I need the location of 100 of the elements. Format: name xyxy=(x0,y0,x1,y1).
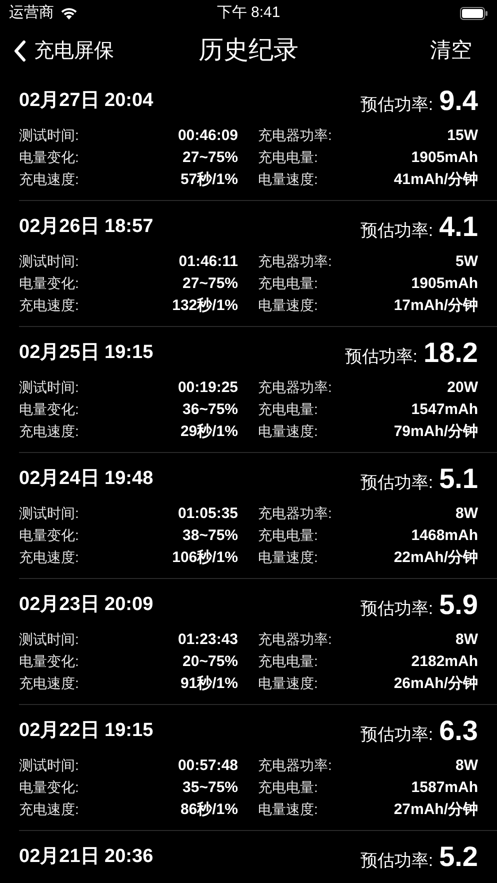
field-value: 27mAh/分钟 xyxy=(394,800,478,820)
field-value: 1905mAh xyxy=(411,148,478,168)
field-value: 29秒/1% xyxy=(180,422,238,442)
field-label: 充电器功率: xyxy=(258,630,332,649)
field-value: 01:23:43 xyxy=(178,630,238,650)
field-value: 20W xyxy=(447,378,478,398)
field-value: 1905mAh xyxy=(411,274,478,294)
field-value: 22mAh/分钟 xyxy=(394,548,478,568)
field-label: 电量变化: xyxy=(19,274,79,293)
power-value: 18.2 xyxy=(424,336,478,370)
field-label: 充电电量: xyxy=(258,526,318,545)
field-label: 充电器功率: xyxy=(258,252,332,271)
clock-label: 下午 8:41 xyxy=(216,3,280,24)
power-label: 预估功率: xyxy=(344,346,418,368)
wifi-icon xyxy=(60,7,78,20)
field-value: 35~75% xyxy=(182,778,238,798)
field-label: 电量速度: xyxy=(258,800,318,819)
field-value: 57秒/1% xyxy=(180,170,238,190)
power-value: 5.9 xyxy=(439,588,478,622)
field-label: 电量速度: xyxy=(258,674,318,693)
field-label: 测试时间: xyxy=(19,630,79,649)
field-value: 27~75% xyxy=(182,274,238,294)
field-value: 1547mAh xyxy=(411,400,478,420)
carrier-label: 运营商 xyxy=(9,3,54,24)
field-label: 充电器功率: xyxy=(258,126,332,145)
chevron-left-icon xyxy=(14,40,26,62)
field-label: 测试时间: xyxy=(19,378,79,397)
field-label: 电量速度: xyxy=(258,548,318,567)
field-label: 电量变化: xyxy=(19,526,79,545)
power-label: 预估功率: xyxy=(360,94,434,116)
record-date: 02月24日 19:48 xyxy=(19,466,154,491)
field-value: 27~75% xyxy=(182,148,238,168)
field-label: 电量变化: xyxy=(19,778,79,797)
field-value: 38~75% xyxy=(182,526,238,546)
power-label: 预估功率: xyxy=(360,598,434,620)
power-value: 5.2 xyxy=(439,840,478,874)
field-value: 79mAh/分钟 xyxy=(394,422,478,442)
field-value: 01:46:11 xyxy=(178,252,238,272)
power-label: 预估功率: xyxy=(360,724,434,746)
field-label: 充电电量: xyxy=(258,274,318,293)
field-label: 电量变化: xyxy=(19,148,79,167)
power-value: 4.1 xyxy=(439,210,478,244)
record-date: 02月22日 19:15 xyxy=(19,718,154,743)
field-label: 充电电量: xyxy=(258,652,318,671)
field-label: 充电速度: xyxy=(19,548,79,567)
back-button[interactable]: 充电屏保 xyxy=(14,36,114,66)
field-label: 充电器功率: xyxy=(258,378,332,397)
field-label: 充电电量: xyxy=(258,778,318,797)
field-value: 8W xyxy=(456,756,478,776)
field-label: 测试时间: xyxy=(19,252,79,271)
record-date: 02月26日 18:57 xyxy=(19,214,154,239)
field-label: 测试时间: xyxy=(19,756,79,775)
field-label: 测试时间: xyxy=(19,126,79,145)
power-value: 6.3 xyxy=(439,714,478,748)
field-value: 00:19:25 xyxy=(178,378,238,398)
field-value: 15W xyxy=(447,126,478,146)
field-value: 00:46:09 xyxy=(178,126,238,146)
field-label: 充电速度: xyxy=(19,674,79,693)
field-value: 86秒/1% xyxy=(180,800,238,820)
field-value: 41mAh/分钟 xyxy=(394,170,478,190)
field-value: 1468mAh xyxy=(411,526,478,546)
field-value: 91秒/1% xyxy=(180,674,238,694)
field-label: 电量速度: xyxy=(258,296,318,315)
field-value: 36~75% xyxy=(182,400,238,420)
power-label: 预估功率: xyxy=(360,220,434,242)
field-value: 26mAh/分钟 xyxy=(394,674,478,694)
field-value: 17mAh/分钟 xyxy=(394,296,478,316)
field-value: 132秒/1% xyxy=(172,296,238,316)
field-label: 充电电量: xyxy=(258,400,318,419)
field-label: 充电电量: xyxy=(258,148,318,167)
field-label: 电量变化: xyxy=(19,652,79,671)
field-value: 00:57:48 xyxy=(178,756,238,776)
record-date: 02月21日 20:36 xyxy=(19,844,154,869)
field-label: 电量速度: xyxy=(258,422,318,441)
record-date: 02月27日 20:04 xyxy=(19,88,154,113)
field-label: 充电器功率: xyxy=(258,756,332,775)
clear-button[interactable]: 清空 xyxy=(430,35,472,67)
field-label: 充电速度: xyxy=(19,170,79,189)
battery-icon xyxy=(460,7,488,20)
field-label: 充电速度: xyxy=(19,296,79,315)
field-label: 充电速度: xyxy=(19,422,79,441)
field-label: 电量速度: xyxy=(258,170,318,189)
field-label: 测试时间: xyxy=(19,504,79,523)
field-label: 电量变化: xyxy=(19,400,79,419)
power-value: 5.1 xyxy=(439,462,478,496)
field-value: 01:05:35 xyxy=(178,504,238,524)
field-label: 充电速度: xyxy=(19,800,79,819)
record-date: 02月25日 19:15 xyxy=(19,340,154,365)
power-value: 9.4 xyxy=(439,84,478,118)
field-value: 8W xyxy=(456,504,478,524)
field-value: 5W xyxy=(456,252,478,272)
record-date: 02月23日 20:09 xyxy=(19,592,154,617)
page-title: 历史纪录 xyxy=(198,35,298,66)
field-value: 1587mAh xyxy=(411,778,478,798)
power-label: 预估功率: xyxy=(360,850,434,872)
field-value: 20~75% xyxy=(182,652,238,672)
field-label: 充电器功率: xyxy=(258,504,332,523)
field-value: 106秒/1% xyxy=(172,548,238,568)
power-label: 预估功率: xyxy=(360,472,434,494)
field-value: 2182mAh xyxy=(411,652,478,672)
